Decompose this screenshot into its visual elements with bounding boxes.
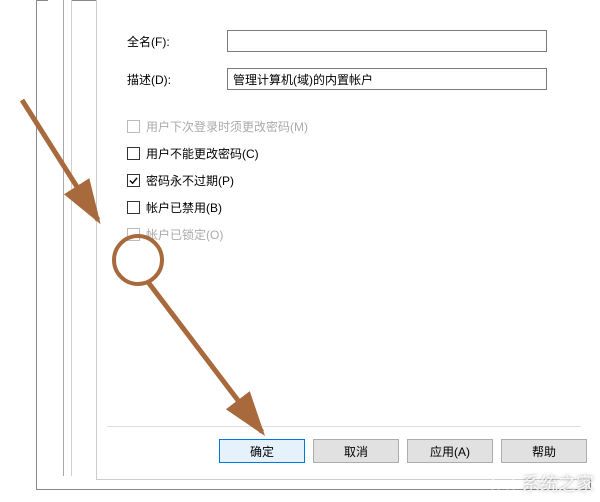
account-disabled-label: 帐户已禁用(B) (146, 199, 222, 216)
never-expires-checkbox[interactable] (127, 174, 140, 187)
apply-button[interactable]: 应用(A) (407, 439, 493, 463)
must-change-row: 用户下次登录时须更改密码(M) (127, 118, 581, 135)
checkmark-icon (129, 176, 138, 185)
ok-button[interactable]: 确定 (219, 439, 305, 463)
fullname-input[interactable] (227, 30, 547, 52)
must-change-checkbox (127, 120, 140, 133)
account-locked-checkbox (127, 228, 140, 241)
cannot-change-label: 用户不能更改密码(C) (146, 145, 259, 162)
description-row: 描述(D): (127, 68, 581, 90)
fullname-label: 全名(F): (127, 33, 227, 50)
left-divider-2 (64, 0, 72, 476)
properties-dialog: 全名(F): 描述(D): 用户下次登录时须更改密码(M) 用户不能更改密码(C… (96, 0, 591, 480)
description-input[interactable] (227, 68, 547, 90)
cancel-button[interactable]: 取消 (313, 439, 399, 463)
left-divider (48, 0, 64, 476)
never-expires-row[interactable]: 密码永不过期(P) (127, 172, 581, 189)
cannot-change-row[interactable]: 用户不能更改密码(C) (127, 145, 581, 162)
must-change-label: 用户下次登录时须更改密码(M) (146, 118, 308, 135)
checkbox-group: 用户下次登录时须更改密码(M) 用户不能更改密码(C) 密码永不过期(P) 帐户… (127, 118, 581, 243)
form-area: 全名(F): 描述(D): 用户下次登录时须更改密码(M) 用户不能更改密码(C… (97, 0, 591, 243)
description-label: 描述(D): (127, 71, 227, 88)
button-bar: 确定 取消 应用(A) 帮助 (219, 439, 591, 463)
separator (107, 426, 581, 427)
help-button[interactable]: 帮助 (501, 439, 587, 463)
account-disabled-checkbox[interactable] (127, 201, 140, 214)
account-locked-row: 帐户已锁定(O) (127, 226, 581, 243)
never-expires-label: 密码永不过期(P) (146, 172, 234, 189)
account-disabled-row[interactable]: 帐户已禁用(B) (127, 199, 581, 216)
cannot-change-checkbox[interactable] (127, 147, 140, 160)
fullname-row: 全名(F): (127, 30, 581, 52)
account-locked-label: 帐户已锁定(O) (146, 226, 223, 243)
